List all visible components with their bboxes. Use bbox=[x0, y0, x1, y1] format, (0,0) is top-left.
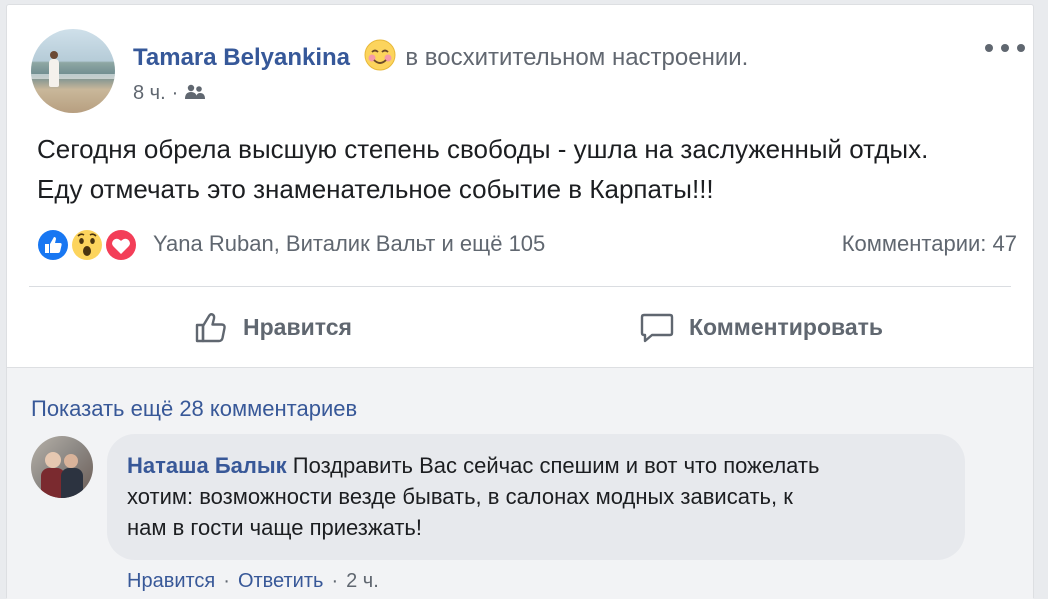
comment-text: Наташа Балык Поздравить Вас сейчас спеши… bbox=[127, 450, 957, 543]
comment-separator: · bbox=[331, 570, 339, 592]
author-avatar[interactable] bbox=[31, 29, 115, 113]
comment-like-link[interactable]: Нравится bbox=[127, 570, 215, 592]
author-name[interactable]: Tamara Belyankina bbox=[133, 44, 350, 71]
more-options-icon[interactable] bbox=[985, 39, 1025, 57]
comment-label: Комментировать bbox=[689, 313, 884, 340]
love-reaction-icon bbox=[104, 228, 138, 262]
comment-button[interactable]: Комментировать bbox=[639, 305, 883, 349]
thumbs-up-icon bbox=[195, 313, 226, 343]
comment-line: хотим: возможности везде бывать, в салон… bbox=[127, 484, 793, 509]
meta-separator: · bbox=[171, 82, 179, 104]
post-card: Tamara Belyankina в восхитительном настр… bbox=[6, 4, 1034, 599]
reaction-icons[interactable] bbox=[35, 227, 147, 263]
feeling-text: в восхитительном настроении. bbox=[405, 44, 749, 71]
comment-separator: · bbox=[223, 570, 230, 592]
divider bbox=[29, 286, 1011, 287]
comment-actions: Нравится · Ответить · 2 ч. bbox=[127, 570, 379, 593]
like-label: Нравится bbox=[243, 313, 352, 340]
comment-timestamp[interactable]: 2 ч. bbox=[346, 570, 379, 592]
post-timestamp[interactable]: 8 ч. bbox=[133, 82, 166, 104]
commenter-avatar[interactable] bbox=[31, 436, 93, 498]
post-text: Сегодня обрела высшую степень свободы - … bbox=[37, 129, 1027, 209]
reactions-summary: Yana Ruban, Виталик Вальт и ещё 105 Комм… bbox=[35, 227, 1017, 263]
comment-line: нам в гости чаще приезжать! bbox=[127, 515, 422, 540]
comment-reply-link[interactable]: Ответить bbox=[238, 570, 324, 592]
comments-section: Показать ещё 28 комментариев Наташа Балы… bbox=[7, 367, 1033, 599]
comment-count[interactable]: Комментарии: 47 bbox=[842, 231, 1017, 257]
post-text-line: Еду отмечать это знаменательное событие … bbox=[37, 174, 714, 204]
like-reaction-icon bbox=[36, 228, 70, 262]
post-header: Tamara Belyankina в восхитительном настр… bbox=[133, 38, 748, 73]
post-text-line: Сегодня обрела высшую степень свободы - … bbox=[37, 134, 929, 164]
post-meta: 8 ч. · bbox=[133, 82, 206, 105]
comment-bubble: Наташа Балык Поздравить Вас сейчас спеши… bbox=[107, 434, 965, 560]
reaction-names[interactable]: Yana Ruban, Виталик Вальт и ещё 105 bbox=[153, 231, 545, 257]
comment-line: Поздравить Вас сейчас спешим и вот что п… bbox=[292, 453, 820, 478]
comment-bubble-icon bbox=[640, 313, 674, 343]
friends-icon[interactable] bbox=[184, 83, 206, 99]
blushing-face-icon bbox=[363, 38, 397, 72]
wow-reaction-icon bbox=[70, 228, 104, 262]
show-more-comments-link[interactable]: Показать ещё 28 комментариев bbox=[31, 396, 357, 422]
comment-author[interactable]: Наташа Балык bbox=[127, 453, 287, 478]
like-button[interactable]: Нравится bbox=[193, 305, 352, 349]
